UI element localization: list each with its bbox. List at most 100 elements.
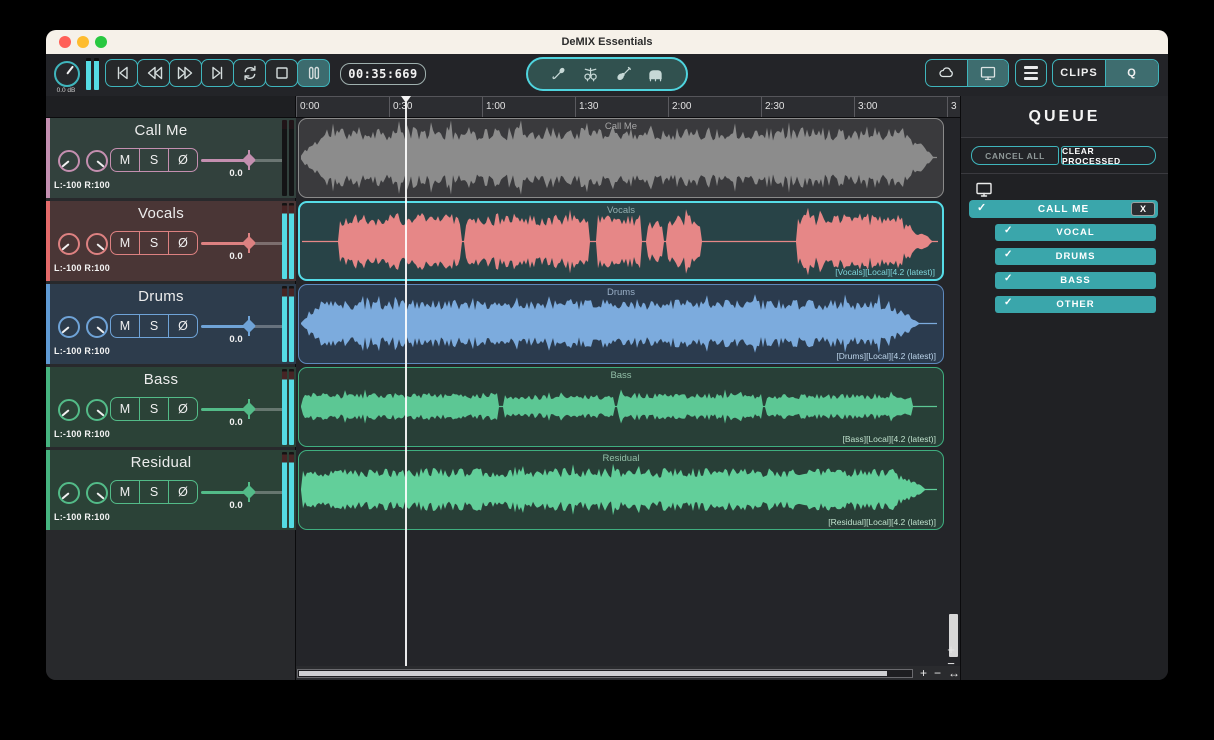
rewind-button[interactable] — [137, 59, 170, 87]
mute-button[interactable]: M — [111, 481, 139, 503]
clips-view-button[interactable]: CLIPS — [1053, 60, 1105, 86]
stop-button[interactable] — [265, 59, 298, 87]
clip-title: Drums — [607, 287, 635, 298]
mute-button[interactable]: M — [111, 232, 139, 254]
pan-left-knob[interactable] — [58, 150, 80, 172]
vertical-zoom-in-button[interactable]: + — [945, 643, 957, 656]
clip-title: Residual — [602, 453, 640, 464]
remove-job-button[interactable]: X — [1131, 202, 1155, 216]
track-header[interactable]: Bass M S Ø 0.0 L:-100 R:100 — [46, 367, 296, 447]
check-icon: ✓ — [1004, 225, 1013, 236]
pan-right-knob[interactable] — [86, 316, 108, 338]
track-level-meter — [282, 286, 294, 362]
volume-slider-thumb[interactable] — [241, 318, 257, 334]
horizontal-zoom-out-button[interactable]: − — [934, 667, 941, 679]
solo-button[interactable]: S — [139, 481, 168, 503]
cloud-target-button[interactable] — [926, 60, 967, 86]
pan-readout: L:-100 R:100 — [54, 512, 110, 522]
phase-button[interactable]: Ø — [168, 149, 197, 171]
volume-slider-thumb[interactable] — [241, 484, 257, 500]
audio-clip[interactable]: Bass [Bass][Local][4.2 (latest)] — [298, 367, 944, 447]
pan-right-knob[interactable] — [86, 150, 108, 172]
mute-button[interactable]: M — [111, 315, 139, 337]
track-header[interactable]: Vocals M S Ø 0.0 L:-100 R:100 — [46, 201, 296, 281]
timeline-panel: 0:00 0:30 1:00 1:30 2:00 2:30 3:00 3 Call Me Vo… — [296, 96, 960, 680]
horizontal-scrollbar-thumb[interactable] — [299, 670, 887, 676]
phase-button[interactable]: Ø — [168, 481, 197, 503]
solo-button[interactable]: S — [139, 149, 168, 171]
processing-target-toggle — [925, 59, 1009, 87]
volume-readout: 0.0 — [229, 417, 243, 428]
loop-button[interactable] — [233, 59, 266, 87]
pause-button[interactable] — [297, 59, 330, 87]
volume-slider-thumb[interactable] — [241, 235, 257, 251]
volume-slider[interactable] — [201, 235, 287, 251]
playhead-marker[interactable] — [400, 96, 411, 103]
volume-slider[interactable] — [201, 401, 287, 417]
mute-button[interactable]: M — [111, 398, 139, 420]
track-header[interactable]: Call Me M S Ø 0.0 L:-100 R:100 — [46, 118, 296, 198]
queue-stem-label: DRUMS — [1055, 251, 1096, 262]
fast-forward-button[interactable] — [169, 59, 202, 87]
track-header[interactable]: Residual M S Ø 0.0 L:-100 R:100 — [46, 450, 296, 530]
queue-stem-item[interactable]: ✓ OTHER — [995, 296, 1156, 313]
ruler-tick: 0:00 — [296, 97, 319, 117]
horizontal-zoom-in-button[interactable]: + — [920, 667, 927, 679]
title-bar[interactable]: DeMIX Essentials — [46, 30, 1168, 54]
playhead-line — [405, 102, 407, 666]
track-name: Residual — [130, 454, 192, 471]
solo-button[interactable]: S — [139, 315, 168, 337]
queue-stem-item[interactable]: ✓ BASS — [995, 272, 1156, 289]
track-headers-panel: Call Me M S Ø 0.0 L:-100 R:100 Vocals M … — [46, 96, 296, 680]
volume-slider-thumb[interactable] — [241, 152, 257, 168]
track-header[interactable]: Drums M S Ø 0.0 L:-100 R:100 — [46, 284, 296, 364]
pan-right-knob[interactable] — [86, 399, 108, 421]
phase-button[interactable]: Ø — [168, 398, 197, 420]
audio-clip[interactable]: Call Me — [298, 118, 944, 198]
app-window: DeMIX Essentials 0.0 dB 00:35:669 CLIPS … — [46, 30, 1168, 680]
horizontal-scrollbar-track[interactable] — [297, 668, 913, 678]
solo-button[interactable]: S — [139, 398, 168, 420]
audio-clip[interactable]: Drums [Drums][Local][4.2 (latest)] — [298, 284, 944, 364]
queue-job-item[interactable]: ✓ CALL ME X — [969, 200, 1158, 218]
phase-button[interactable]: Ø — [168, 315, 197, 337]
stem-selector-button[interactable] — [526, 57, 688, 91]
time-ruler[interactable]: 0:00 0:30 1:00 1:30 2:00 2:30 3:00 3 — [296, 96, 960, 118]
vertical-zoom-out-button[interactable]: − — [945, 657, 957, 670]
monitor-icon — [976, 182, 992, 197]
volume-slider[interactable] — [201, 152, 287, 168]
pan-right-knob[interactable] — [86, 233, 108, 255]
menu-button[interactable] — [1015, 59, 1047, 87]
skip-start-button[interactable] — [105, 59, 138, 87]
pan-readout: L:-100 R:100 — [54, 180, 110, 190]
mute-button[interactable]: M — [111, 149, 139, 171]
pan-right-knob[interactable] — [86, 482, 108, 504]
audio-clip[interactable]: Vocals [Vocals][Local][4.2 (latest)] — [298, 201, 944, 281]
volume-slider[interactable] — [201, 484, 287, 500]
clear-processed-button[interactable]: CLEAR PROCESSED — [1061, 146, 1156, 166]
volume-slider[interactable] — [201, 318, 287, 334]
queue-view-button[interactable]: Q — [1105, 60, 1158, 86]
solo-button[interactable]: S — [139, 232, 168, 254]
pause-icon — [308, 66, 319, 80]
pan-left-knob[interactable] — [58, 482, 80, 504]
track-name: Drums — [138, 288, 184, 305]
window-title: DeMIX Essentials — [561, 36, 653, 48]
audio-clip[interactable]: Residual [Residual][Local][4.2 (latest)] — [298, 450, 944, 530]
queue-stem-item[interactable]: ✓ DRUMS — [995, 248, 1156, 265]
master-volume-knob[interactable] — [54, 61, 80, 87]
queue-stem-item[interactable]: ✓ VOCAL — [995, 224, 1156, 241]
local-target-button[interactable] — [966, 60, 1008, 86]
pan-left-knob[interactable] — [58, 316, 80, 338]
cancel-all-button[interactable]: CANCEL ALL — [971, 146, 1059, 165]
pan-left-knob[interactable] — [58, 399, 80, 421]
track-level-meter — [282, 203, 294, 279]
phase-button[interactable]: Ø — [168, 232, 197, 254]
hamburger-icon — [1024, 66, 1038, 69]
horizontal-scrollbar-area: + − ↔ — [296, 666, 960, 680]
track-name: Call Me — [134, 122, 188, 139]
cloud-icon — [939, 67, 954, 78]
skip-end-button[interactable] — [201, 59, 234, 87]
volume-slider-thumb[interactable] — [241, 401, 257, 417]
pan-left-knob[interactable] — [58, 233, 80, 255]
